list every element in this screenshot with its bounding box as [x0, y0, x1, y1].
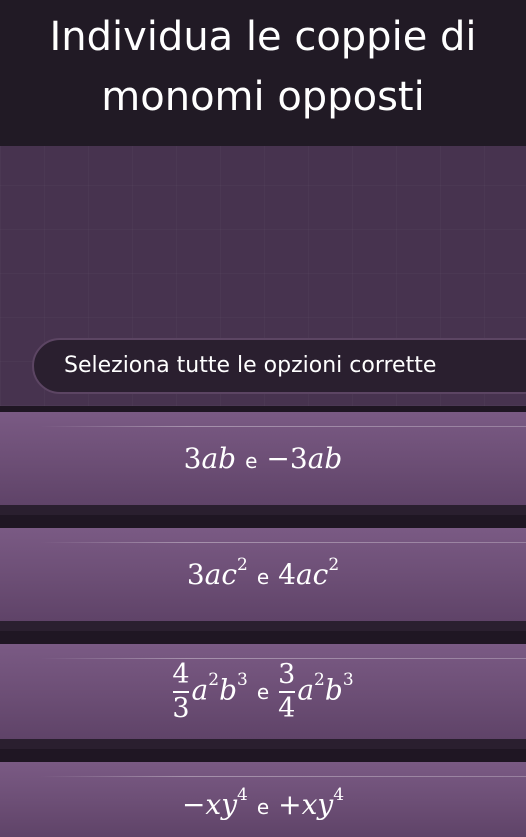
- question-header: Individua le coppie di monomi opposti: [0, 0, 526, 146]
- fraction-four-thirds: 43: [172, 658, 190, 724]
- option-4-connector: e: [256, 795, 270, 819]
- question-title-line-2: monomi opposti: [101, 74, 425, 120]
- instruction-pill: Seleziona tutte le opzioni corrette: [32, 338, 526, 394]
- answer-option-1[interactable]: 3ab e −3ab: [0, 412, 526, 505]
- option-2-shadow: [0, 621, 526, 631]
- option-3-expression: 4 3 a2b3e 3 4 a2b3: [172, 658, 354, 724]
- question-title-line-1: Individua le coppie di: [49, 14, 477, 60]
- answer-option-2[interactable]: 3ac2e 4ac2: [0, 528, 526, 621]
- option-2-expression: 3ac2e 4ac2: [186, 554, 340, 591]
- instruction-text: Seleziona tutte le opzioni corrette: [64, 353, 437, 378]
- option-1-shadow: [0, 505, 526, 515]
- option-3-shadow: [0, 739, 526, 749]
- fraction-three-quarters: 34: [278, 658, 296, 724]
- option-1-expression: 3ab e −3ab: [183, 442, 343, 475]
- option-1-connector: e: [245, 449, 258, 473]
- option-4-expression: −xy4e +xy4: [181, 784, 345, 821]
- option-3-connector: e: [256, 680, 270, 704]
- answer-option-3[interactable]: 4 3 a2b3e 3 4 a2b3: [0, 644, 526, 739]
- option-2-connector: e: [256, 565, 270, 589]
- answer-option-4[interactable]: −xy4e +xy4: [0, 762, 526, 837]
